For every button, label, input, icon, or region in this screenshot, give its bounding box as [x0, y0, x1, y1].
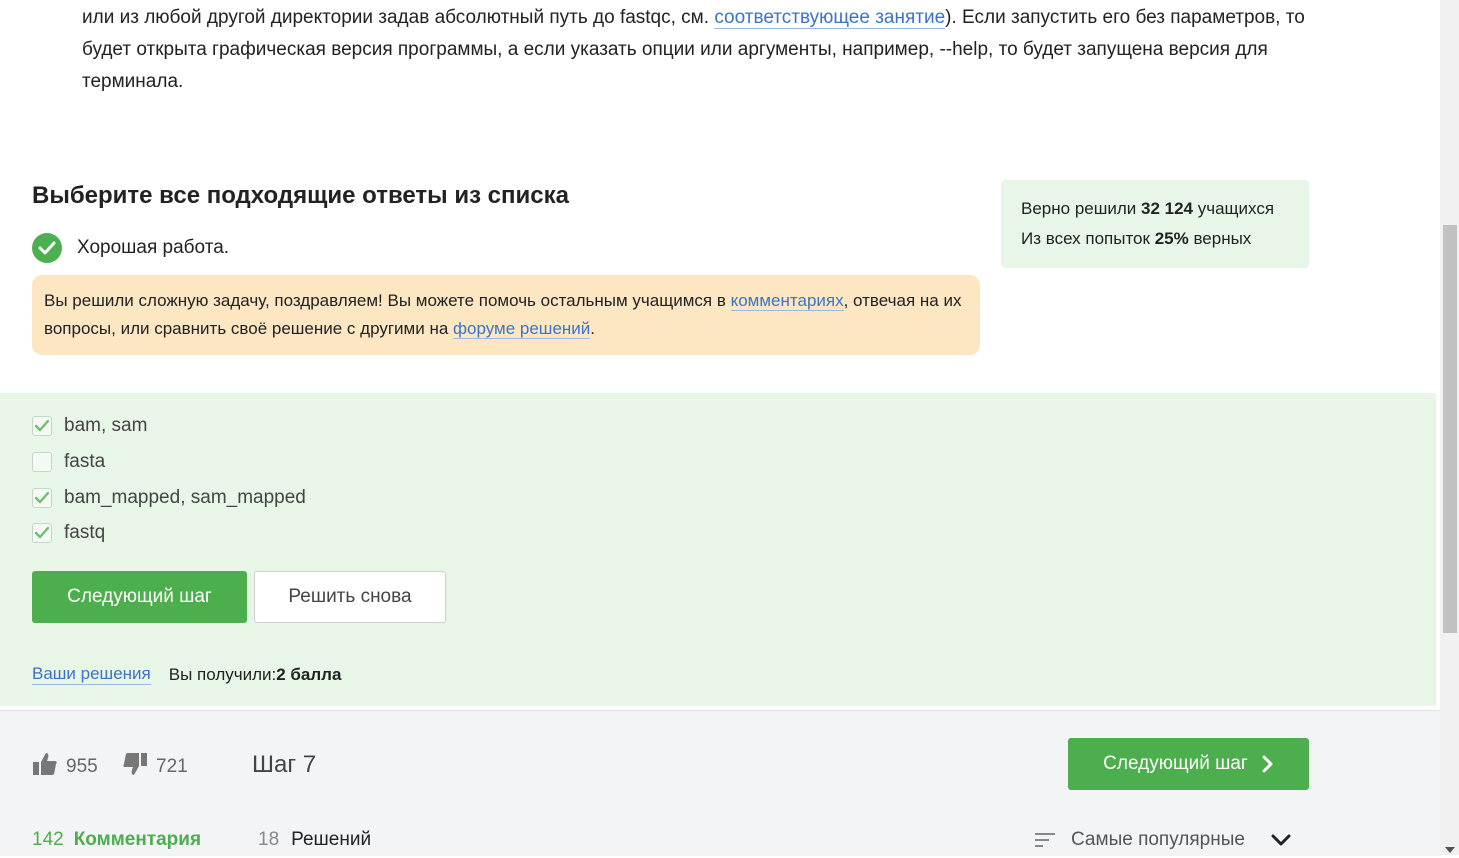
intro-paragraph: или из любой другой директории задав абс…: [82, 2, 1312, 98]
next-step-footer-label: Следующий шаг: [1103, 753, 1248, 774]
solutions-count: 18: [258, 829, 280, 850]
comments-link[interactable]: комментариях: [730, 291, 844, 311]
like-button[interactable]: 955: [32, 751, 98, 783]
tab-comments[interactable]: 142 Комментария: [32, 829, 201, 851]
sort-label: Самые популярные: [1071, 829, 1245, 850]
scrollbar-thumb[interactable]: [1443, 225, 1457, 633]
submission-footer: Ваши решения Вы получили: 2 балла: [32, 664, 341, 685]
chevron-right-icon: [1262, 755, 1274, 773]
page-scrollbar[interactable]: [1440, 0, 1459, 855]
sort-icon: [1035, 831, 1057, 849]
option-label: bam_mapped, sam_mapped: [64, 487, 306, 508]
next-step-footer-button[interactable]: Следующий шаг: [1068, 738, 1309, 790]
question-title: Выберите все подходящие ответы из списка: [32, 182, 569, 209]
chevron-down-icon: [1271, 834, 1291, 846]
stats-percent-prefix: Из всех попыток: [1021, 229, 1155, 248]
retry-button[interactable]: Решить снова: [254, 571, 446, 623]
stats-solved-suffix: учащихся: [1193, 199, 1275, 218]
scroll-down-arrow-icon[interactable]: [1445, 840, 1455, 858]
intro-text: или из любой другой директории задав абс…: [82, 7, 715, 28]
comments-tab-label: Комментария: [73, 829, 202, 850]
option-label: bam, sam: [64, 415, 148, 436]
comments-count: 142: [32, 829, 64, 850]
checkbox-checked-icon[interactable]: [32, 416, 52, 436]
thumbs-up-icon: [32, 751, 58, 783]
step-label: Шаг 7: [252, 751, 317, 778]
stats-box: Верно решили 32 124 учащихся Из всех поп…: [1001, 180, 1309, 268]
your-solutions-link[interactable]: Ваши решения: [32, 664, 151, 685]
solutions-tab-label: Решений: [291, 829, 372, 850]
option-2[interactable]: fasta: [32, 451, 105, 473]
sort-dropdown[interactable]: Самые популярные: [1035, 829, 1291, 851]
checkbox-checked-icon[interactable]: [32, 523, 52, 543]
hint-text-3: .: [590, 319, 596, 338]
stats-percent-value: 25%: [1154, 229, 1189, 248]
result-message: Хорошая работа.: [32, 233, 229, 263]
option-3[interactable]: bam_mapped, sam_mapped: [32, 487, 306, 509]
tab-solutions[interactable]: 18 Решений: [258, 829, 371, 851]
dislike-count: 721: [156, 756, 188, 777]
option-1[interactable]: bam, sam: [32, 415, 147, 437]
stats-solved-count: 32 124: [1141, 199, 1193, 218]
thumbs-down-icon: [122, 751, 148, 783]
solutions-forum-link[interactable]: форуме решений: [453, 319, 591, 339]
stats-solved: Верно решили 32 124 учащихся: [1021, 194, 1289, 224]
option-label: fasta: [64, 451, 106, 472]
hint-text: Вы решили сложную задачу, поздравляем! В…: [44, 291, 731, 310]
checkbox-unchecked-icon[interactable]: [32, 452, 52, 472]
checkbox-checked-icon[interactable]: [32, 488, 52, 508]
lesson-link[interactable]: соответствующее занятие: [714, 7, 946, 29]
stats-solved-prefix: Верно решили: [1021, 199, 1141, 218]
next-step-button[interactable]: Следующий шаг: [32, 571, 247, 623]
score-prefix: Вы получили:: [168, 664, 277, 684]
result-text: Хорошая работа.: [77, 237, 230, 258]
hint-box: Вы решили сложную задачу, поздравляем! В…: [32, 275, 980, 355]
check-circle-icon: [32, 233, 62, 263]
stats-percent: Из всех попыток 25% верных: [1021, 224, 1289, 254]
answer-area: bam, sam fasta bam_mapped, sam_mapped fa…: [0, 393, 1436, 706]
like-count: 955: [66, 756, 98, 777]
score-value: 2 балла: [276, 664, 342, 684]
option-label: fastq: [64, 522, 106, 543]
dislike-button[interactable]: 721: [122, 751, 188, 783]
step-footer: 955 721 Шаг 7 Следующий шаг 142 Коммента…: [0, 710, 1440, 856]
option-4[interactable]: fastq: [32, 522, 105, 544]
stats-percent-suffix: верных: [1188, 229, 1252, 248]
